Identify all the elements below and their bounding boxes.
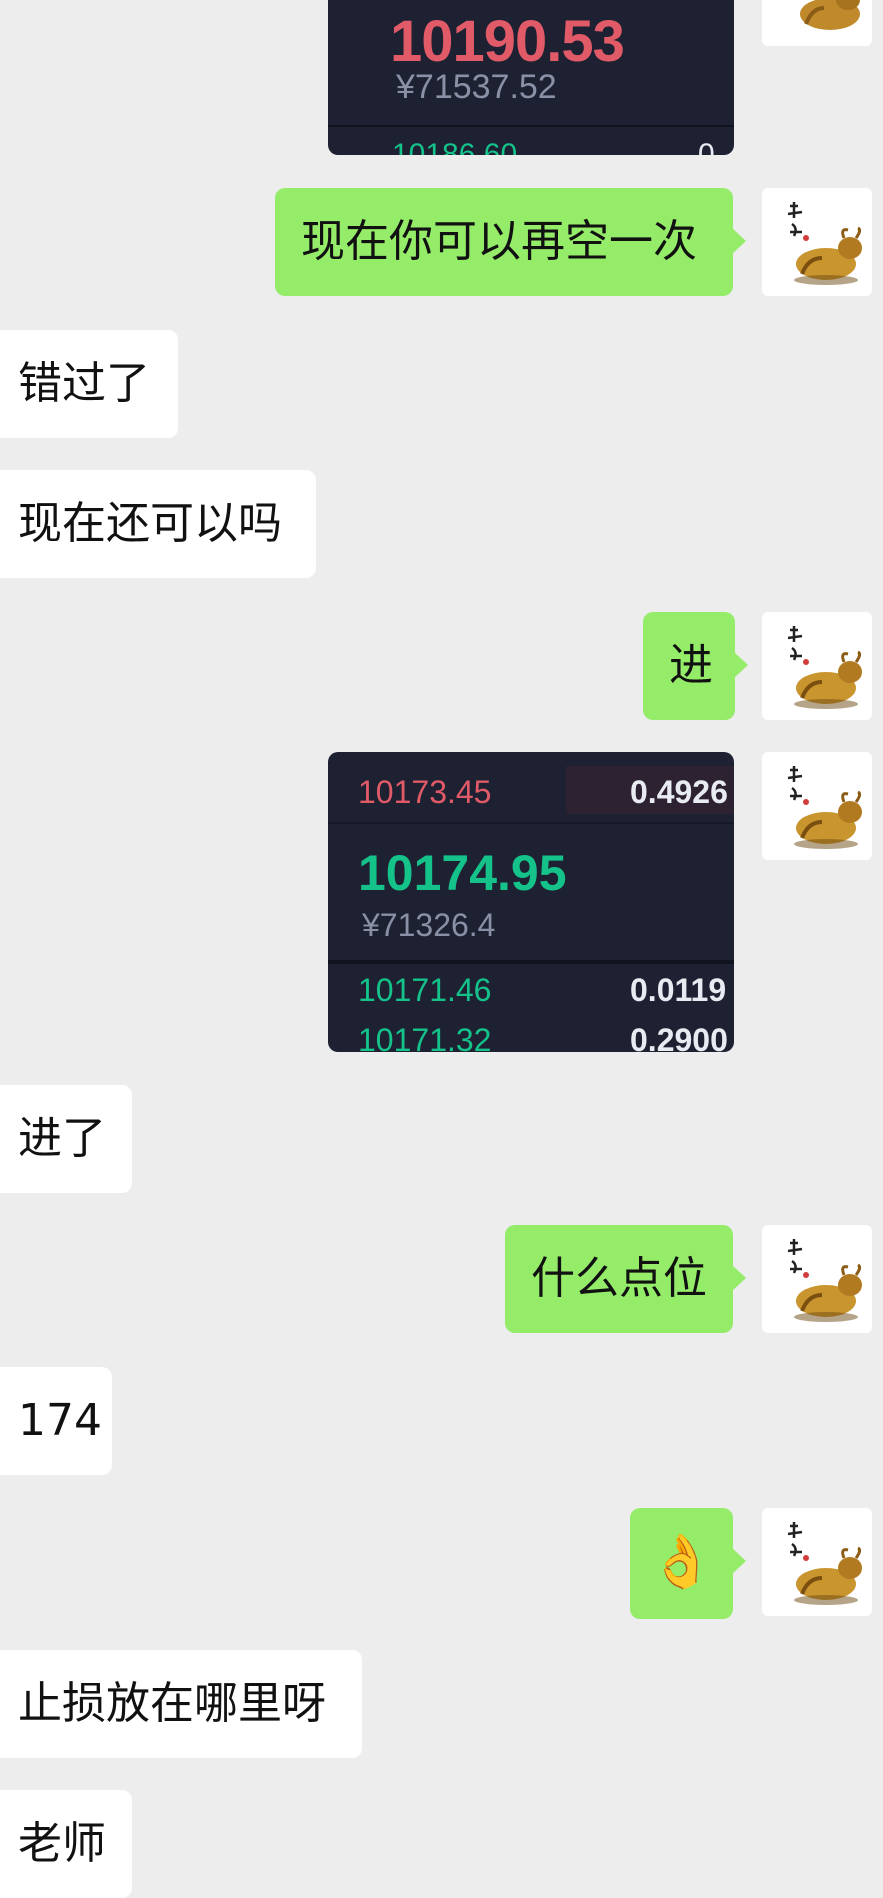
message-bubble-incoming[interactable]: 老师 [0,1790,132,1898]
message-bubble-incoming[interactable]: 止损放在哪里呀 [0,1650,362,1758]
bid-amount: 0.0119 [630,972,727,1008]
bid-amount: 0.2900 [630,1022,728,1052]
golden-ox-avatar-icon [787,766,862,849]
ask-amount: 0.4926 [630,774,728,810]
message-text: 现在还可以吗 [18,498,282,549]
bid-price: 10171.46 [358,972,492,1008]
message-text: 错过了 [18,358,150,409]
message-bubble-incoming[interactable]: 现在还可以吗 [0,470,316,578]
bid-price: 10171.32 [358,1022,492,1052]
message-text: 什么点位 [531,1253,707,1304]
divider [328,822,734,824]
message-bubble-incoming[interactable]: 错过了 [0,330,178,438]
avatar[interactable] [762,1225,872,1333]
ok-hand-emoji: 👌 [649,1532,714,1592]
divider [328,125,734,127]
ticker-price-cny: ¥71326.4 [362,907,496,943]
message-bubble-outgoing[interactable]: 👌 [630,1508,746,1619]
golden-ox-avatar-icon [787,626,862,709]
ticker-price-main: 10190.53 [390,9,625,74]
golden-ox-avatar-icon [787,1522,862,1605]
avatar[interactable] [762,188,872,296]
message-bubble-outgoing[interactable]: 进 [643,612,748,720]
message-bubble-outgoing[interactable]: 现在你可以再空一次 [275,188,746,296]
message-text: 现在你可以再空一次 [301,216,697,267]
message-bubble-outgoing[interactable]: 什么点位 [505,1225,746,1333]
avatar[interactable] [762,1508,872,1616]
message-text: 老师 [18,1818,106,1869]
avatar[interactable] [762,0,872,46]
ticker-bottom-amount: 0 [698,138,715,155]
ticker-screenshot-2[interactable]: 10173.45 0.4926 10174.95 ¥71326.4 10171.… [328,752,734,1052]
golden-ox-avatar-icon [800,0,860,30]
ticker-screenshot-1[interactable]: 10190.53 ¥71537.52 10186.60 0 [328,0,734,155]
message-bubble-incoming[interactable]: 进了 [0,1085,132,1193]
ask-price: 10173.45 [358,774,492,810]
message-text: 进了 [18,1113,106,1164]
divider [328,960,734,964]
ticker-price-cny: ¥71537.52 [396,68,557,106]
message-text: 174 [18,1395,102,1446]
ticker-bottom-price: 10186.60 [392,138,518,155]
golden-ox-avatar-icon [787,1239,862,1322]
message-bubble-incoming[interactable]: 174 [0,1367,112,1475]
message-text: 进 [669,640,713,691]
ticker-price-main: 10174.95 [358,845,567,901]
avatar[interactable] [762,752,872,860]
message-text: 止损放在哪里呀 [18,1678,326,1729]
golden-ox-avatar-icon [787,202,862,285]
avatar[interactable] [762,612,872,720]
